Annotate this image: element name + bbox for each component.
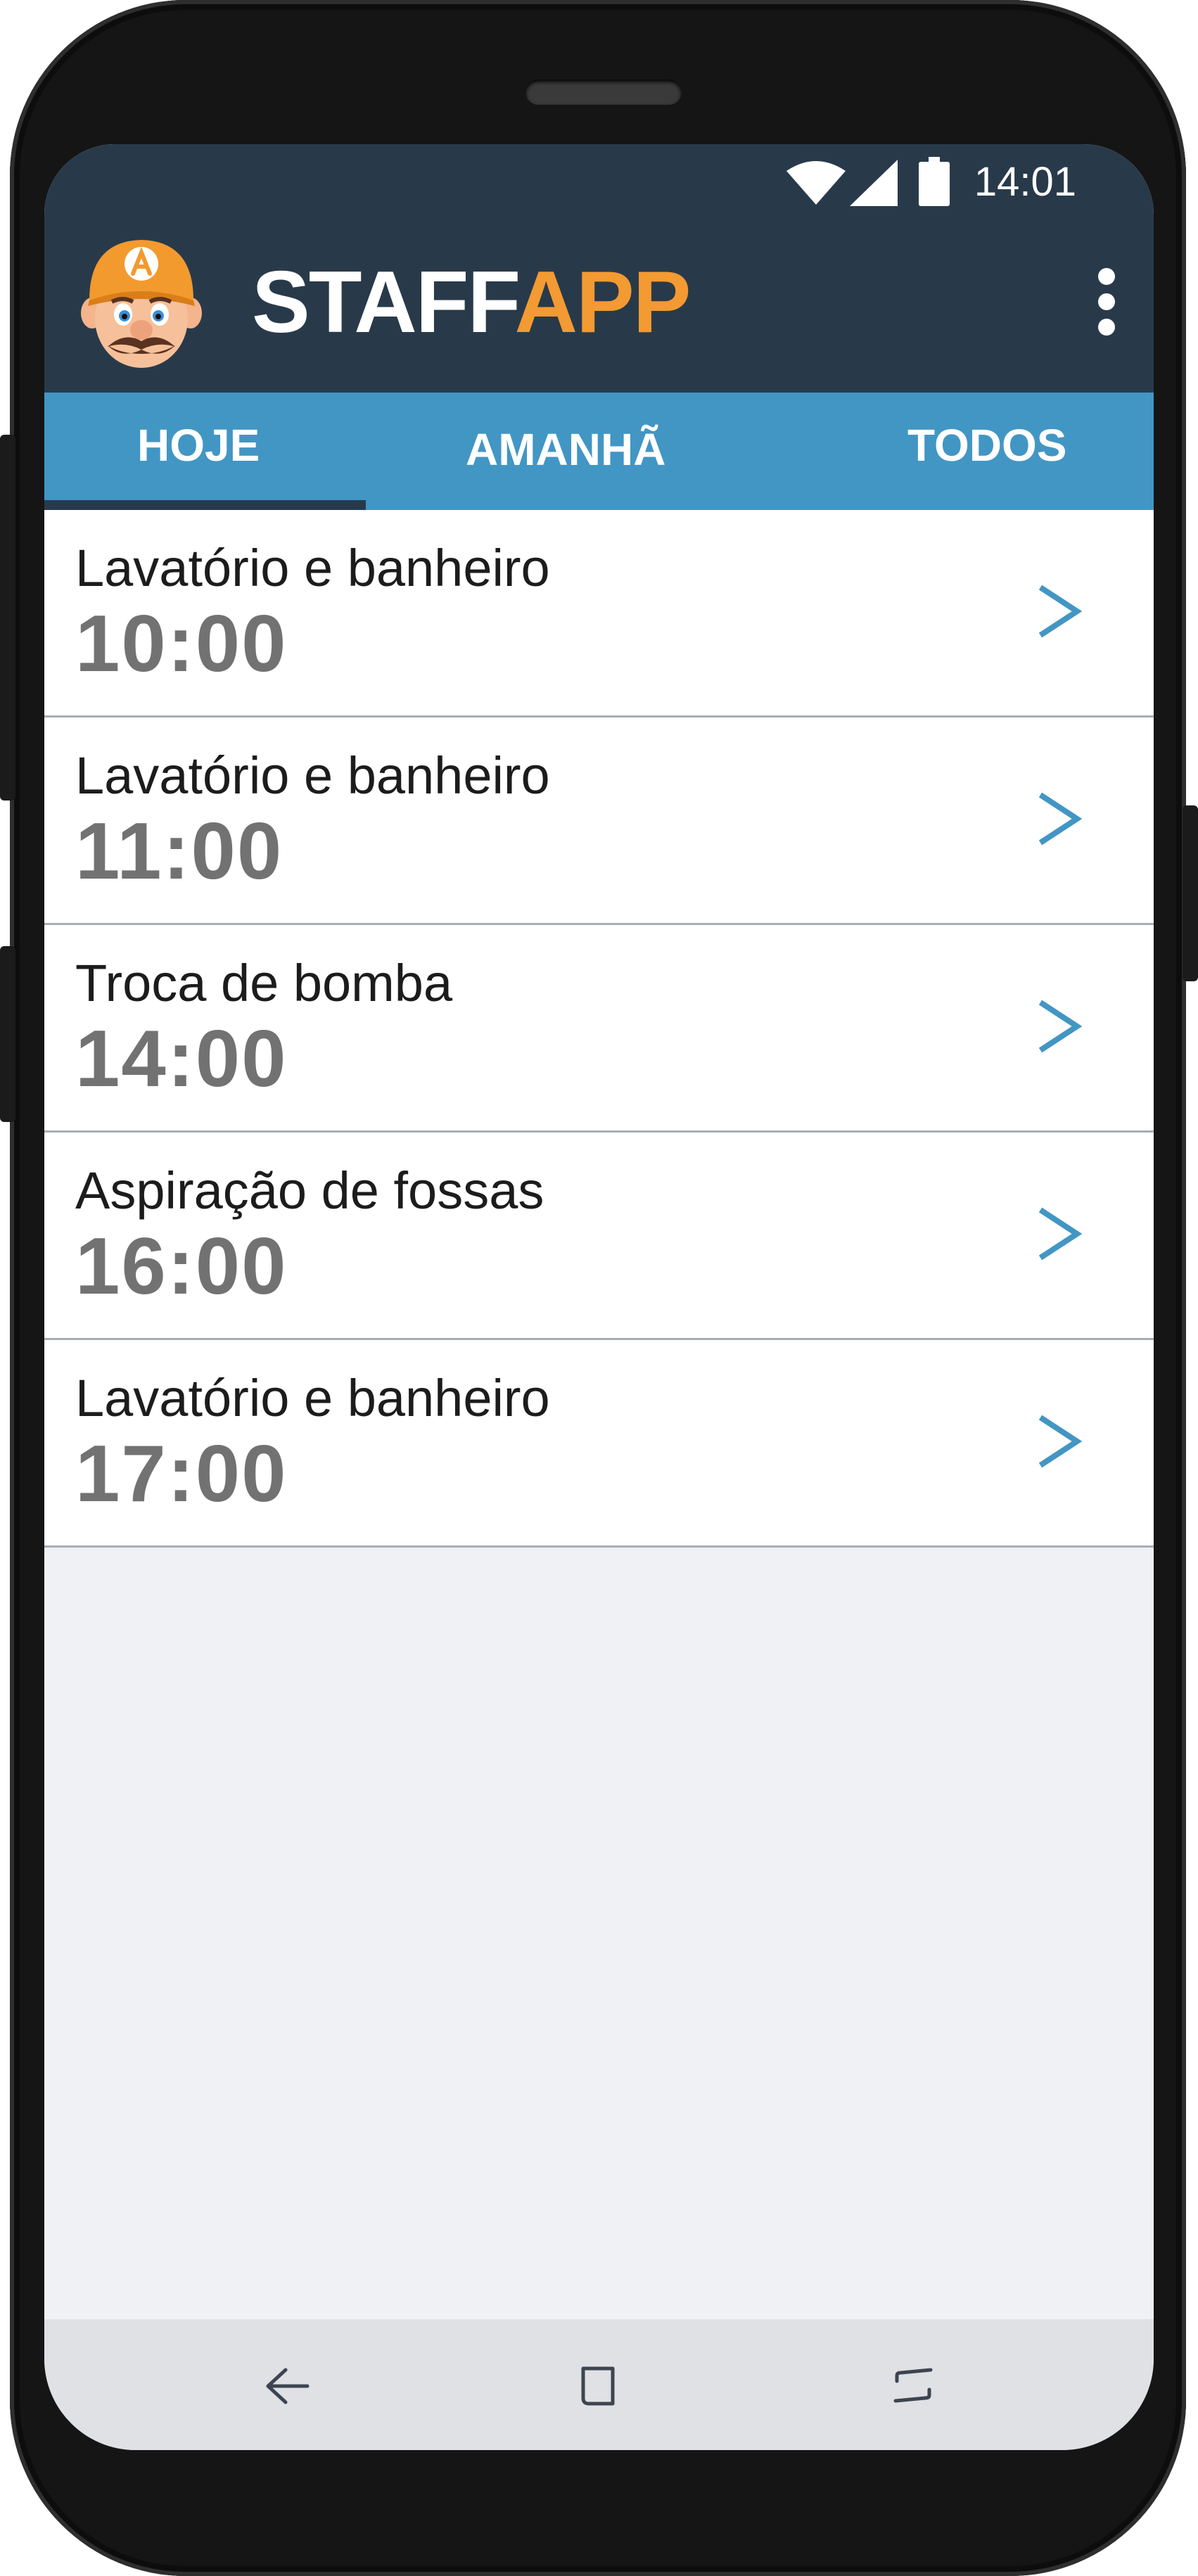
list-item[interactable]: Lavatório e banheiro 17:00 (44, 1340, 1154, 1548)
app-bar: STAFFAPP (44, 217, 1154, 393)
task-time: 16:00 (75, 1222, 288, 1311)
battery-icon (919, 157, 950, 206)
signal-icon (850, 160, 898, 206)
status-bar: 14:01 (44, 144, 1154, 217)
phone-screen: 14:01 STAFFAPP HOJE AMANHÃ TODOS Lavatór… (44, 144, 1154, 2450)
bixby-button (0, 946, 15, 1122)
menu-dot (1098, 319, 1115, 336)
tab-amanha-label: AMANHÃ (466, 424, 666, 475)
menu-dot (1098, 293, 1115, 310)
task-title: Lavatório e banheiro (75, 746, 550, 805)
list-item[interactable]: Aspiração de fossas 16:00 (44, 1133, 1154, 1340)
home-icon[interactable] (566, 2354, 630, 2418)
volume-up-button (0, 435, 15, 801)
system-nav-bar (44, 2319, 1154, 2450)
tab-hoje[interactable]: HOJE (44, 393, 366, 510)
task-title: Aspiração de fossas (75, 1161, 544, 1220)
task-time: 10:00 (75, 599, 288, 689)
tab-todos[interactable]: TODOS (767, 393, 1154, 510)
chevron-right-icon[interactable] (1036, 1206, 1083, 1262)
chevron-right-icon[interactable] (1036, 583, 1083, 639)
app-title-staff: STAFF (252, 254, 516, 351)
tab-amanha[interactable]: AMANHÃ (366, 393, 767, 510)
back-icon[interactable] (254, 2354, 317, 2418)
earpiece-speaker (525, 79, 682, 105)
task-time: 17:00 (75, 1429, 288, 1519)
tab-indicator (44, 500, 366, 510)
mascot-logo (81, 240, 202, 368)
wifi-icon (786, 161, 846, 205)
status-time: 14:01 (974, 159, 1076, 205)
list-item[interactable]: Lavatório e banheiro 10:00 (44, 510, 1154, 718)
chevron-right-icon[interactable] (1036, 998, 1083, 1054)
chevron-right-icon[interactable] (1036, 1413, 1083, 1469)
task-time: 14:00 (75, 1014, 288, 1104)
tab-bar: HOJE AMANHÃ TODOS (44, 393, 1154, 510)
task-list: Lavatório e banheiro 10:00 Lavatório e b… (44, 510, 1154, 1548)
task-time: 11:00 (75, 807, 283, 896)
tab-todos-label: TODOS (907, 420, 1067, 471)
list-item[interactable]: Troca de bomba 14:00 (44, 925, 1154, 1133)
task-title: Troca de bomba (75, 954, 453, 1012)
task-title: Lavatório e banheiro (75, 539, 550, 597)
list-item[interactable]: Lavatório e banheiro 11:00 (44, 718, 1154, 925)
recents-icon[interactable] (881, 2354, 945, 2418)
power-button (1183, 805, 1198, 981)
app-title-app: APP (514, 254, 691, 351)
tab-hoje-label: HOJE (137, 420, 260, 471)
app-title: STAFFAPP (252, 250, 691, 355)
task-title: Lavatório e banheiro (75, 1369, 550, 1427)
menu-dot (1098, 268, 1115, 285)
more-vertical-icon[interactable] (1085, 262, 1128, 340)
chevron-right-icon[interactable] (1036, 791, 1083, 847)
